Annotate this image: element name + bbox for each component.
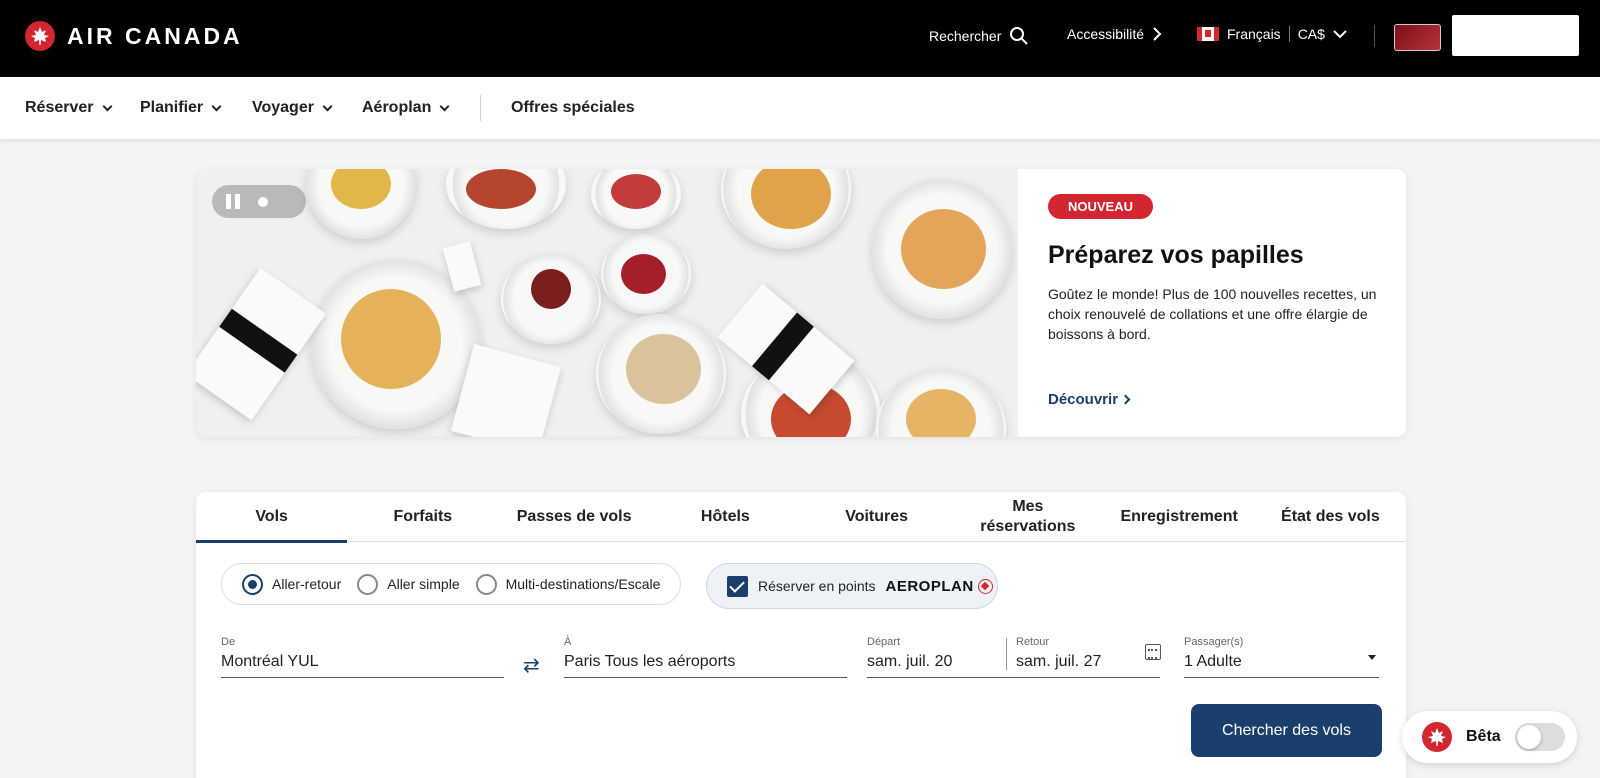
radio-multi-city[interactable]: Multi-destinations/Escale: [475, 573, 661, 595]
chevron-down-icon: [102, 101, 112, 111]
booking-tabs: Vols Forfaits Passes de vols Hôtels Voit…: [196, 492, 1406, 543]
trip-type-selector: Aller-retour Aller simple Multi-destinat…: [221, 563, 681, 605]
language-label: Français: [1227, 26, 1281, 42]
tab-etat-des-vols[interactable]: État des vols: [1255, 492, 1406, 542]
dates-field[interactable]: Départ sam. juil. 20 Retour sam. juil. 2…: [867, 636, 1160, 678]
field-label: De: [221, 636, 236, 648]
book-with-points-checkbox[interactable]: Réserver en points AEROPLAN: [706, 563, 998, 609]
tab-enregistrement[interactable]: Enregistrement: [1104, 492, 1255, 542]
hero-title: Préparez vos papilles: [1048, 241, 1304, 269]
nav-label: Offres spéciales: [511, 99, 635, 116]
divider: [480, 95, 481, 121]
search-label: Rechercher: [929, 28, 1002, 44]
destination-field[interactable]: À Paris Tous les aéroports: [564, 636, 847, 678]
radio-round-trip[interactable]: Aller-retour: [242, 573, 342, 595]
maple-leaf-icon: [1422, 722, 1452, 752]
tab-hotels[interactable]: Hôtels: [650, 492, 801, 542]
hero-description: Goûtez le monde! Plus de 100 nouvelles r…: [1048, 286, 1377, 342]
tab-vols[interactable]: Vols: [196, 492, 348, 543]
field-label: Départ: [867, 636, 901, 648]
radio-one-way[interactable]: Aller simple: [357, 573, 460, 595]
radio-label: Multi-destinations/Escale: [505, 576, 661, 592]
return-field[interactable]: Retour sam. juil. 27: [1016, 636, 1101, 671]
maple-leaf-icon: [25, 21, 55, 51]
nav-special-offers[interactable]: Offres spéciales: [511, 99, 635, 117]
credit-card-promo[interactable]: [1394, 24, 1441, 51]
discover-label: Découvrir: [1048, 391, 1119, 408]
field-value: sam. juil. 27: [1016, 653, 1102, 670]
brand-name: AIR CANADA: [67, 22, 243, 49]
new-badge: NOUVEAU: [1048, 194, 1154, 219]
booking-widget: Vols Forfaits Passes de vols Hôtels Voit…: [196, 492, 1406, 778]
search-button[interactable]: Rechercher: [929, 26, 1029, 46]
divider: [1374, 25, 1375, 47]
currency-label: CA$: [1297, 26, 1325, 42]
maple-leaf-icon: [977, 578, 993, 594]
checkbox-checked-icon: [727, 575, 748, 597]
accessibility-label: Accessibilité: [1067, 26, 1145, 42]
nav-label: Réserver: [25, 99, 94, 116]
passengers-field[interactable]: Passager(s) 1 Adulte: [1184, 636, 1379, 678]
field-value: Montréal YUL: [221, 653, 319, 670]
field-label: Passager(s): [1184, 636, 1244, 648]
field-label: Retour: [1016, 636, 1050, 648]
hero-content: NOUVEAU Préparez vos papilles Goûtez le …: [1048, 194, 1388, 344]
food-spread-image: [196, 169, 1018, 437]
dropdown-caret-icon: [1368, 655, 1376, 660]
chevron-down-icon: [439, 101, 450, 111]
nav-planifier[interactable]: Planifier: [140, 99, 222, 117]
radio-unselected-icon: [475, 573, 497, 595]
chevron-down-icon: [211, 101, 222, 111]
chevron-right-icon: [1153, 27, 1162, 41]
beta-label: Bêta: [1466, 728, 1501, 745]
chevron-down-icon: [322, 101, 333, 111]
field-value: 1 Adulte: [1184, 653, 1242, 670]
top-bar: AIR CANADA Rechercher Accessibilité Fran…: [0, 0, 1600, 77]
field-value: sam. juil. 20: [867, 653, 953, 670]
calendar-icon[interactable]: [1145, 644, 1161, 660]
pause-icon[interactable]: [226, 194, 240, 209]
origin-field[interactable]: De Montréal YUL: [221, 636, 504, 678]
tab-voitures[interactable]: Voitures: [801, 492, 952, 542]
nav-label: Aéroplan: [362, 99, 432, 116]
points-label: Réserver en points: [758, 578, 876, 594]
divider: [1006, 638, 1007, 670]
air-canada-logo[interactable]: AIR CANADA: [25, 21, 243, 51]
tab-passes-de-vols[interactable]: Passes de vols: [499, 492, 650, 542]
chevron-right-icon: [1120, 394, 1131, 405]
search-flights-button[interactable]: Chercher des vols: [1191, 704, 1382, 757]
nav-reserver[interactable]: Réserver: [25, 99, 112, 117]
sign-in-button[interactable]: [1452, 15, 1579, 56]
radio-label: Aller-retour: [272, 576, 342, 592]
canada-flag-icon: [1197, 27, 1219, 41]
chevron-down-icon: [1333, 30, 1347, 39]
language-currency-selector[interactable]: Français CA$: [1197, 26, 1347, 42]
nav-voyager[interactable]: Voyager: [252, 99, 333, 117]
depart-field[interactable]: Départ sam. juil. 20: [867, 636, 952, 671]
radio-unselected-icon: [357, 573, 379, 595]
carousel-controls: [212, 185, 306, 218]
accessibility-link[interactable]: Accessibilité: [1067, 26, 1162, 42]
beta-toggle-switch[interactable]: [1514, 723, 1565, 751]
divider: [1288, 26, 1290, 42]
tab-forfaits[interactable]: Forfaits: [347, 492, 498, 542]
nav-label: Planifier: [140, 99, 204, 116]
nav-label: Voyager: [252, 99, 314, 116]
field-label: À: [564, 636, 572, 648]
radio-selected-icon: [242, 573, 263, 595]
nav-aeroplan[interactable]: Aéroplan: [362, 99, 450, 117]
main-navigation: Réserver Planifier Voyager Aéroplan Offr…: [0, 77, 1600, 139]
discover-link[interactable]: Découvrir: [1048, 391, 1131, 408]
field-value: Paris Tous les aéroports: [564, 653, 736, 670]
promo-hero-card: NOUVEAU Préparez vos papilles Goûtez le …: [196, 169, 1406, 437]
tab-mes-reservations[interactable]: Mes réservations: [952, 492, 1103, 542]
search-icon: [1010, 27, 1029, 45]
swap-icon[interactable]: ⇄: [523, 653, 540, 678]
beta-toggle-widget: Bêta: [1402, 711, 1577, 763]
aeroplan-logo: AEROPLAN: [886, 578, 993, 595]
carousel-dot[interactable]: [258, 196, 268, 207]
radio-label: Aller simple: [387, 576, 460, 592]
